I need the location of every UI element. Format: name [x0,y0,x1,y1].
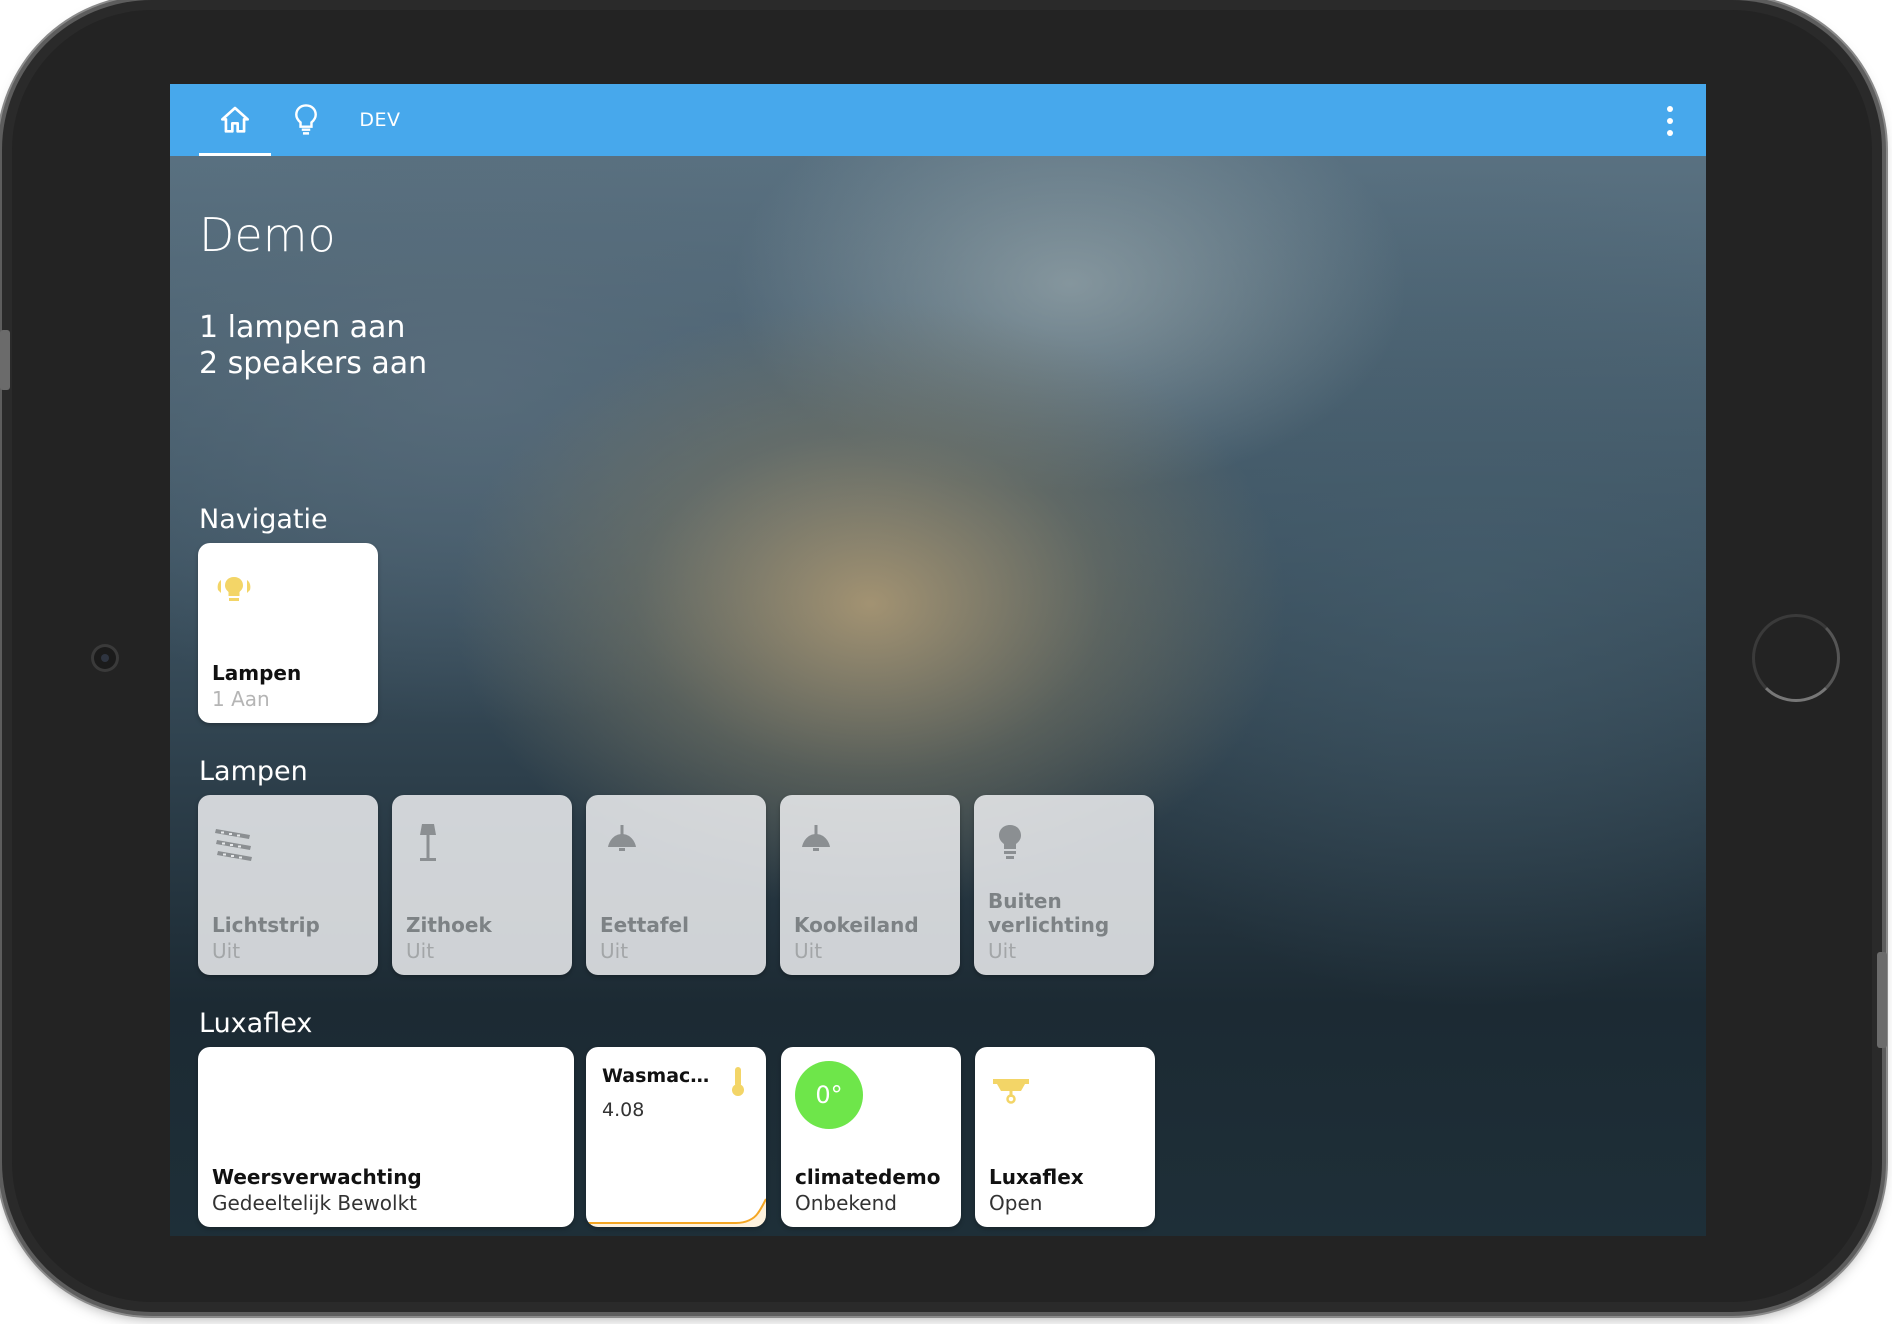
card-state: Gedeeltelijk Bewolkt [212,1191,418,1215]
card-name: Kookeiland [794,913,919,937]
tab-dev[interactable]: DEV [350,84,410,156]
card-state: Onbekend [795,1191,897,1215]
lightbulb-icon [999,825,1021,859]
card-state: Uit [600,939,629,963]
card-state: 1 Aan [212,687,270,711]
home-icon [221,106,249,133]
climate-temperature-bubble: 0° [795,1061,863,1129]
front-camera [94,647,116,669]
nav-card-lampen[interactable]: Lampen 1 Aan [198,543,378,723]
ceiling-light-icon [608,825,636,851]
card-name: Zithoek [406,913,492,937]
card-state: Uit [406,939,435,963]
led-strip-icon [215,829,252,861]
cover-card-luxaflex[interactable]: Luxaflex Open [975,1047,1155,1227]
tab-home[interactable] [199,84,271,156]
ceiling-light-icon [802,825,830,851]
page-summary: 1 lampen aan 2 speakers aan [199,310,427,382]
lightbulb-icon [295,104,317,135]
side-button [1877,952,1887,1048]
light-card-kookeiland[interactable]: Kookeiland Uit [780,795,960,975]
card-name: Weersverwachting [212,1165,422,1189]
light-card-zithoek[interactable]: Zithoek Uit [392,795,572,975]
light-card-eettafel[interactable]: Eettafel Uit [586,795,766,975]
sensor-name: Wasmachine [602,1065,712,1087]
climate-temperature: 0° [815,1081,843,1109]
light-card-buiten-verlichting[interactable]: Buiten verlichting Uit [974,795,1154,975]
card-state: Uit [794,939,823,963]
side-button [0,330,10,390]
climate-card[interactable]: 0° climatedemo Onbekend [781,1047,961,1227]
card-name: climatedemo [795,1165,941,1189]
sensor-value: 4.08 [602,1099,645,1121]
card-name: Buiten verlichting [988,889,1110,937]
weather-card[interactable]: Weersverwachting Gedeeltelijk Bewolkt [198,1047,574,1227]
lights-on-summary: 1 lampen aan [199,310,406,345]
floor-lamp-icon [420,824,436,861]
tab-lights[interactable] [280,84,332,156]
sensor-card-wasmachine[interactable]: Wasmachine 4.08 [586,1047,766,1227]
kebab-menu-icon[interactable] [1664,106,1676,136]
app-screen: DEV Demo 1 lampen aan 2 speakers aan Nav… [170,84,1706,1236]
section-title-navigatie: Navigatie [199,504,328,535]
card-name: Luxaflex [989,1165,1084,1189]
card-name: Eettafel [600,913,689,937]
lightbulb-group-icon [217,577,251,601]
light-card-lichtstrip[interactable]: Lichtstrip Uit [198,795,378,975]
speakers-on-summary: 2 speakers aan [199,346,428,381]
card-state: Uit [212,939,241,963]
top-app-bar: DEV [170,84,1706,156]
card-state: Open [989,1191,1043,1215]
section-title-lampen: Lampen [199,756,308,787]
card-name: Lichtstrip [212,913,320,937]
thermometer-icon [732,1067,744,1096]
card-name: Lampen [212,661,302,685]
window-shade-icon [993,1079,1029,1104]
card-state: Uit [988,939,1017,963]
home-button[interactable] [1752,614,1840,702]
page-title: Demo [199,208,336,262]
section-title-luxaflex: Luxaflex [199,1008,313,1039]
sensor-history-graph [586,1198,766,1227]
